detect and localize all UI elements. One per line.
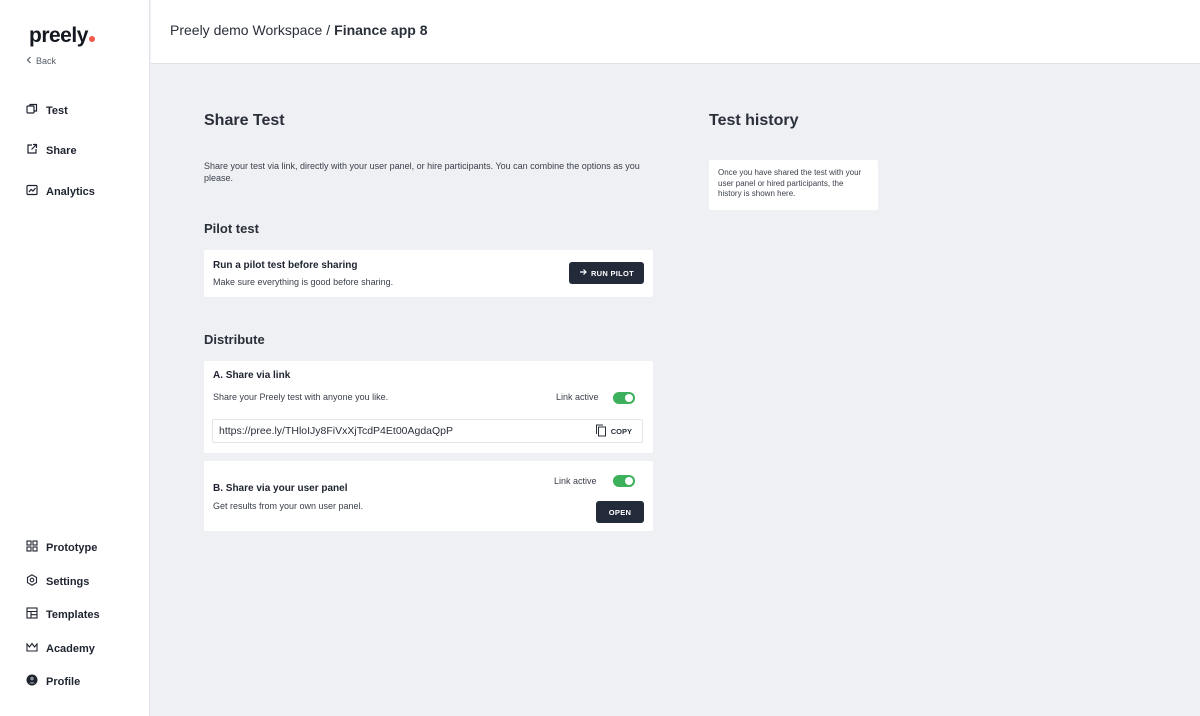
panel-link-active-toggle[interactable] (613, 475, 635, 487)
breadcrumb: Preely demo Workspace / Finance app 8 (170, 22, 428, 38)
open-label: OPEN (608, 507, 632, 517)
top-header: Preely demo Workspace / Finance app 8 (151, 0, 1200, 64)
copy-button[interactable]: COPY (595, 424, 632, 439)
sidebar-item-templates[interactable]: Templates (26, 607, 100, 622)
run-pilot-label: RUN PILOT (590, 268, 635, 278)
breadcrumb-workspace[interactable]: Preely demo Workspace (170, 22, 322, 38)
sidebar-item-label: Test (46, 104, 68, 117)
link-active-toggle[interactable] (613, 392, 635, 404)
sidebar-item-prototype[interactable]: Prototype (26, 540, 97, 555)
page-description: Share your test via link, directly with … (204, 161, 640, 183)
sidebar-item-analytics[interactable]: Analytics (26, 184, 95, 199)
sidebar-item-label: Prototype (46, 541, 98, 554)
open-button[interactable]: OPEN (596, 501, 644, 523)
pilot-card: Run a pilot test before sharing Make sur… (204, 250, 653, 297)
academy-icon (26, 641, 38, 656)
share-panel-title: B. Share via your user panel (213, 483, 348, 494)
history-empty-box: Once you have shared the test with your … (709, 160, 878, 210)
brand-name: preely (29, 24, 88, 47)
copy-label: COPY (610, 427, 632, 436)
sidebar-item-label: Templates (46, 608, 100, 621)
brand-dot (88, 36, 95, 42)
sidebar-item-label: Settings (46, 575, 90, 588)
settings-icon (26, 574, 38, 589)
share-link-field[interactable]: https://pree.ly/THloIJy8FiVxXjTcdP4Et00A… (212, 419, 643, 443)
profile-icon (26, 674, 38, 689)
prototype-icon (26, 540, 38, 555)
templates-icon (26, 607, 38, 622)
pilot-card-title: Run a pilot test before sharing (213, 260, 358, 271)
history-title: Test history (709, 112, 799, 129)
sidebar-item-share[interactable]: Share (26, 143, 77, 158)
sidebar-item-settings[interactable]: Settings (26, 574, 89, 589)
chevron-left-icon (26, 56, 32, 66)
sidebar: preely Back Test Share Analytics Prototy… (0, 0, 150, 716)
copy-icon (595, 424, 607, 439)
back-link[interactable]: Back (26, 56, 56, 66)
back-label: Back (36, 56, 57, 66)
link-active-label: Link active (556, 392, 599, 402)
sidebar-item-label: Profile (46, 675, 81, 688)
history-empty-text: Once you have shared the test with your … (718, 168, 862, 198)
page-title: Share Test (204, 112, 285, 129)
brand-logo[interactable]: preely (29, 24, 95, 48)
arrow-right-icon (579, 268, 587, 278)
breadcrumb-separator: / (326, 22, 331, 38)
share-link-text: Share your Preely test with anyone you l… (213, 392, 389, 402)
share-panel-text: Get results from your own user panel. (213, 501, 364, 511)
pilot-card-text: Make sure everything is good before shar… (213, 277, 394, 287)
sidebar-item-academy[interactable]: Academy (26, 641, 95, 656)
sidebar-item-label: Academy (46, 642, 95, 655)
share-panel-card: Link active B. Share via your user panel… (204, 461, 653, 531)
sidebar-item-test[interactable]: Test (26, 103, 68, 118)
breadcrumb-project: Finance app 8 (334, 22, 428, 38)
sidebar-item-profile[interactable]: Profile (26, 674, 80, 689)
share-link-title: A. Share via link (213, 370, 291, 381)
test-icon (26, 103, 38, 118)
share-link-url[interactable]: https://pree.ly/THloIJy8FiVxXjTcdP4Et00A… (219, 425, 453, 437)
analytics-icon (26, 184, 38, 199)
sidebar-item-label: Share (46, 144, 77, 157)
pilot-heading: Pilot test (204, 221, 259, 236)
share-icon (26, 143, 38, 158)
run-pilot-button[interactable]: RUN PILOT (569, 262, 644, 284)
panel-link-active-label: Link active (554, 476, 597, 486)
sidebar-item-label: Analytics (46, 185, 95, 198)
distribute-heading: Distribute (204, 332, 265, 347)
